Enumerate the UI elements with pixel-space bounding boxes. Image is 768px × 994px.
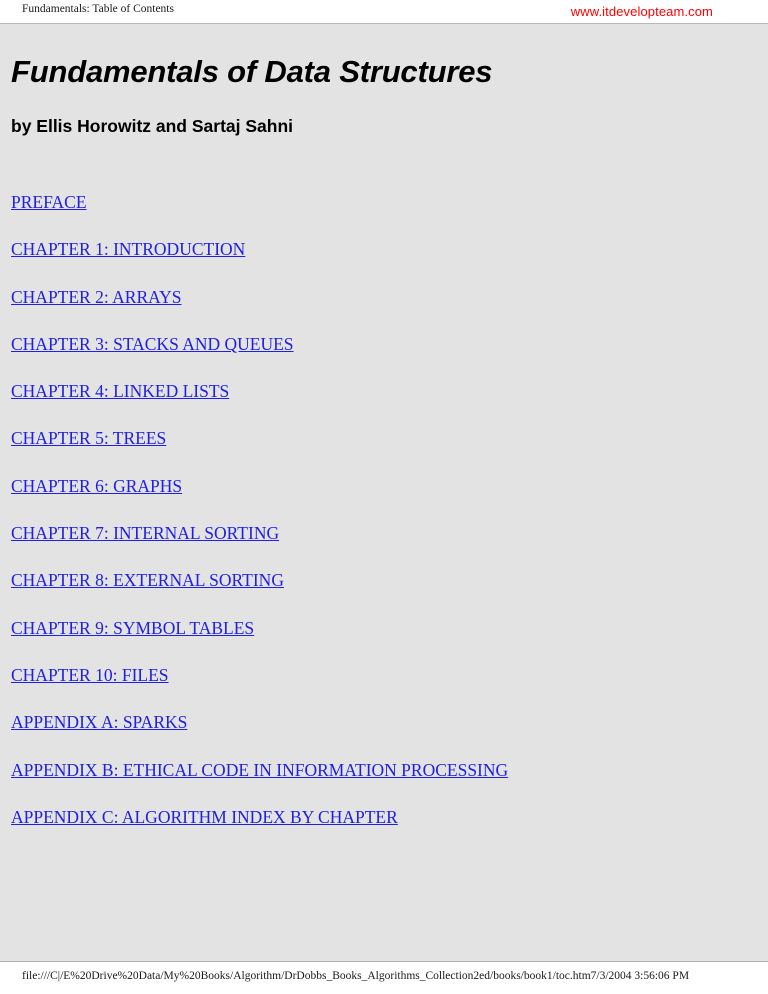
toc-link-preface[interactable]: PREFACE [11, 192, 87, 212]
site-watermark: www.itdevelopteam.com [570, 4, 713, 19]
list-item: CHAPTER 6: GRAPHS [11, 476, 751, 525]
page-footer: file:///C|/E%20Drive%20Data/My%20Books/A… [0, 963, 768, 994]
list-item: CHAPTER 2: ARRAYS [11, 287, 751, 336]
toc-link-appendix-c[interactable]: APPENDIX C: ALGORITHM INDEX BY CHAPTER [11, 807, 398, 827]
list-item: PREFACE [11, 192, 751, 241]
toc-link-chapter-4[interactable]: CHAPTER 4: LINKED LISTS [11, 381, 229, 401]
toc-link-chapter-5[interactable]: CHAPTER 5: TREES [11, 428, 166, 448]
toc-link-chapter-9[interactable]: CHAPTER 9: SYMBOL TABLES [11, 618, 254, 638]
list-item: CHAPTER 3: STACKS AND QUEUES [11, 334, 751, 383]
toc-link-chapter-7[interactable]: CHAPTER 7: INTERNAL SORTING [11, 523, 279, 543]
footer-file-path: file:///C|/E%20Drive%20Data/My%20Books/A… [22, 970, 690, 982]
toc-link-appendix-a[interactable]: APPENDIX A: SPARKS [11, 712, 187, 732]
list-item: CHAPTER 5: TREES [11, 430, 751, 477]
list-item: CHAPTER 10: FILES [11, 665, 751, 714]
list-item: APPENDIX C: ALGORITHM INDEX BY CHAPTER [11, 807, 751, 856]
toc-link-chapter-3[interactable]: CHAPTER 3: STACKS AND QUEUES [11, 334, 294, 354]
toc-link-chapter-2[interactable]: CHAPTER 2: ARRAYS [11, 287, 182, 307]
toc-link-chapter-6[interactable]: CHAPTER 6: GRAPHS [11, 476, 182, 496]
page-header-title: Fundamentals: Table of Contents [22, 3, 174, 15]
toc-link-chapter-1[interactable]: CHAPTER 1: INTRODUCTION [11, 239, 245, 259]
author-byline: by Ellis Horowitz and Sartaj Sahni [11, 116, 293, 136]
list-item: CHAPTER 1: INTRODUCTION [11, 241, 751, 288]
list-item: CHAPTER 8: EXTERNAL SORTING [11, 572, 751, 619]
list-item: CHAPTER 9: SYMBOL TABLES [11, 618, 751, 667]
page-title: Fundamentals of Data Structures [11, 54, 493, 89]
document-body: Fundamentals of Data Structures by Ellis… [0, 24, 768, 962]
page-header: Fundamentals: Table of Contents www.itde… [0, 0, 768, 24]
list-item: APPENDIX A: SPARKS [11, 714, 751, 761]
table-of-contents: PREFACE CHAPTER 1: INTRODUCTION CHAPTER … [11, 192, 751, 856]
toc-link-chapter-8[interactable]: CHAPTER 8: EXTERNAL SORTING [11, 570, 284, 590]
toc-link-appendix-b[interactable]: APPENDIX B: ETHICAL CODE IN INFORMATION … [11, 760, 508, 780]
list-item: CHAPTER 7: INTERNAL SORTING [11, 523, 751, 572]
toc-link-chapter-10[interactable]: CHAPTER 10: FILES [11, 665, 169, 685]
list-item: CHAPTER 4: LINKED LISTS [11, 381, 751, 430]
list-item: APPENDIX B: ETHICAL CODE IN INFORMATION … [11, 760, 751, 809]
